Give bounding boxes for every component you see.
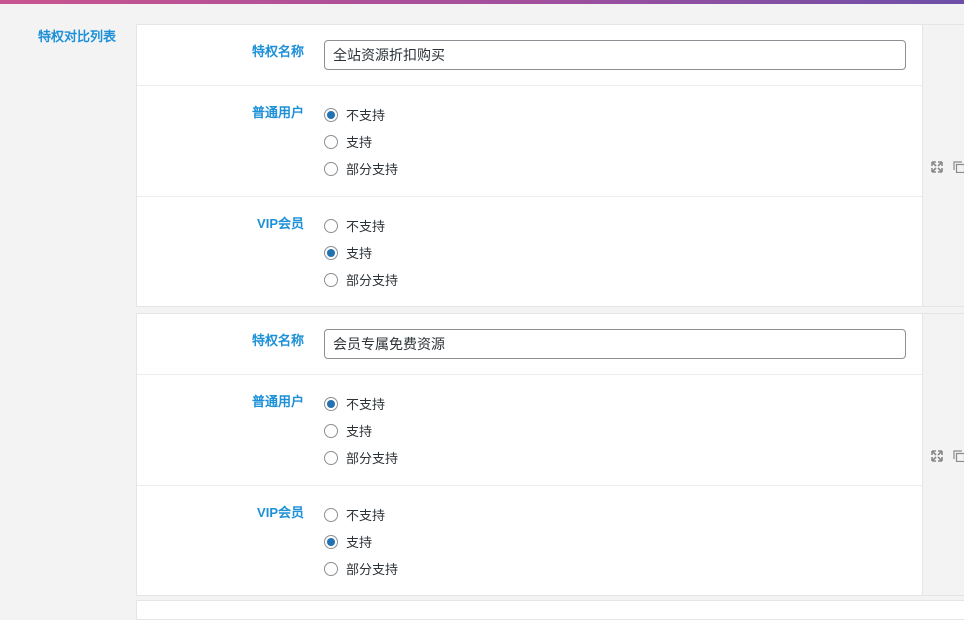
radio-button[interactable] bbox=[324, 535, 338, 549]
radio-label: 支持 bbox=[346, 421, 372, 440]
privilege-name-input[interactable] bbox=[324, 329, 906, 359]
privilege-name-input[interactable] bbox=[324, 40, 906, 70]
section-title: 特权对比列表 bbox=[38, 26, 116, 45]
radio-option-partial[interactable]: 部分支持 bbox=[324, 444, 398, 471]
radio-button[interactable] bbox=[324, 397, 338, 411]
normal-user-row: 普通用户 不支持 支持 部分支持 bbox=[137, 86, 922, 197]
vip-user-label: VIP会员 bbox=[257, 213, 304, 232]
vip-user-row: VIP会员 不支持 支持 部分支持 bbox=[137, 486, 922, 597]
vip-user-radio-group: 不支持 支持 部分支持 bbox=[324, 501, 398, 582]
radio-label: 支持 bbox=[346, 132, 372, 151]
top-gradient-bar bbox=[0, 0, 964, 4]
radio-option-partial[interactable]: 部分支持 bbox=[324, 266, 398, 293]
radio-option-partial[interactable]: 部分支持 bbox=[324, 155, 398, 182]
radio-label: 部分支持 bbox=[346, 559, 398, 578]
normal-user-radio-group: 不支持 支持 部分支持 bbox=[324, 390, 398, 471]
radio-option-unsupported[interactable]: 不支持 bbox=[324, 390, 398, 417]
normal-user-row: 普通用户 不支持 支持 部分支持 bbox=[137, 375, 922, 486]
radio-button[interactable] bbox=[324, 451, 338, 465]
vip-user-row: VIP会员 不支持 支持 部分支持 bbox=[137, 197, 922, 308]
name-label: 特权名称 bbox=[252, 41, 304, 60]
radio-option-supported[interactable]: 支持 bbox=[324, 528, 398, 555]
radio-label: 部分支持 bbox=[346, 270, 398, 289]
radio-label: 部分支持 bbox=[346, 159, 398, 178]
normal-user-radio-group: 不支持 支持 部分支持 bbox=[324, 101, 398, 182]
radio-button[interactable] bbox=[324, 562, 338, 576]
normal-user-label: 普通用户 bbox=[252, 391, 304, 410]
privilege-item-3 bbox=[136, 600, 964, 620]
radio-button[interactable] bbox=[324, 219, 338, 233]
radio-button[interactable] bbox=[324, 424, 338, 438]
expand-icon[interactable] bbox=[931, 161, 943, 173]
radio-button[interactable] bbox=[324, 273, 338, 287]
copy-icon[interactable] bbox=[953, 450, 964, 462]
name-label: 特权名称 bbox=[252, 330, 304, 349]
radio-option-unsupported[interactable]: 不支持 bbox=[324, 101, 398, 128]
expand-icon[interactable] bbox=[931, 450, 943, 462]
privilege-item-2: 特权名称 普通用户 不支持 支持 部分支持 VIP会员 不支持 bbox=[136, 313, 964, 596]
radio-option-unsupported[interactable]: 不支持 bbox=[324, 212, 398, 239]
radio-label: 部分支持 bbox=[346, 448, 398, 467]
normal-user-label: 普通用户 bbox=[252, 102, 304, 121]
radio-label: 不支持 bbox=[346, 105, 385, 124]
vip-user-radio-group: 不支持 支持 部分支持 bbox=[324, 212, 398, 293]
name-row: 特权名称 bbox=[137, 25, 922, 86]
radio-label: 不支持 bbox=[346, 394, 385, 413]
radio-option-partial[interactable]: 部分支持 bbox=[324, 555, 398, 582]
radio-option-supported[interactable]: 支持 bbox=[324, 239, 398, 266]
vip-user-label: VIP会员 bbox=[257, 502, 304, 521]
radio-button[interactable] bbox=[324, 162, 338, 176]
radio-option-unsupported[interactable]: 不支持 bbox=[324, 501, 398, 528]
radio-label: 支持 bbox=[346, 532, 372, 551]
radio-option-supported[interactable]: 支持 bbox=[324, 417, 398, 444]
radio-button[interactable] bbox=[324, 135, 338, 149]
radio-option-supported[interactable]: 支持 bbox=[324, 128, 398, 155]
radio-label: 支持 bbox=[346, 243, 372, 262]
name-row: 特权名称 bbox=[137, 314, 922, 375]
copy-icon[interactable] bbox=[953, 161, 964, 173]
radio-button[interactable] bbox=[324, 246, 338, 260]
radio-button[interactable] bbox=[324, 508, 338, 522]
radio-label: 不支持 bbox=[346, 505, 385, 524]
privilege-item-1: 特权名称 普通用户 不支持 支持 部分支持 VIP会员 不支持 bbox=[136, 24, 964, 307]
radio-button[interactable] bbox=[324, 108, 338, 122]
radio-label: 不支持 bbox=[346, 216, 385, 235]
